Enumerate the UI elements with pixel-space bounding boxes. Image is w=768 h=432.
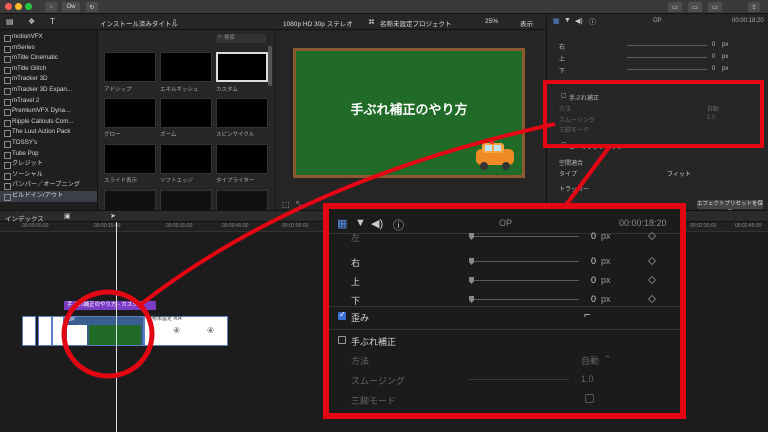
zoom-clip-name: OP bbox=[499, 218, 513, 228]
audio-inspector-icon[interactable]: ◀) bbox=[371, 217, 383, 230]
slider-knob[interactable] bbox=[469, 296, 474, 303]
zoom-row-label: 上 bbox=[351, 277, 361, 287]
chevron-updown-icon: ⌃ bbox=[604, 354, 612, 364]
smoothing-label: スムージング bbox=[351, 376, 405, 386]
distort-label: 歪み bbox=[351, 313, 370, 323]
slider-knob[interactable] bbox=[469, 258, 474, 265]
zoom-row-value[interactable]: 0 bbox=[591, 256, 596, 266]
keyframe-icon[interactable] bbox=[647, 256, 657, 266]
zoom-row-slider[interactable] bbox=[469, 280, 579, 281]
smoothing-value[interactable]: 1.0 bbox=[581, 374, 594, 384]
clip-highlight-circle bbox=[61, 289, 155, 379]
method-label: 方法 bbox=[351, 356, 370, 366]
zoom-row-label: 右 bbox=[351, 258, 361, 268]
zoom-row-unit: px bbox=[601, 256, 611, 266]
zoom-row-unit: px bbox=[601, 275, 611, 285]
callout-line bbox=[564, 144, 612, 207]
tripod-mode-checkbox[interactable] bbox=[585, 394, 594, 403]
slider-knob[interactable] bbox=[469, 277, 474, 284]
zoom-row-unit: px bbox=[601, 294, 611, 304]
color-inspector-icon[interactable]: ▼ bbox=[355, 217, 366, 229]
zoom-row-unit: px bbox=[601, 231, 611, 241]
method-dropdown[interactable]: 自動 bbox=[581, 354, 599, 367]
stabilization-label: 手ぶれ補正 bbox=[351, 337, 397, 347]
check-icon: ✓ bbox=[339, 310, 346, 319]
inspector-highlight-box bbox=[543, 80, 764, 148]
zoomed-inspector-callout: ▦ ▼ ◀) ⓘ OP 00:00:18:20 左 0 px 右 0 px 上 0 px 下 0 px… bbox=[323, 203, 686, 419]
zoom-row-value[interactable]: 0 bbox=[591, 231, 596, 241]
smoothing-slider[interactable] bbox=[469, 379, 569, 380]
video-inspector-icon[interactable]: ▦ bbox=[337, 217, 347, 230]
keyframe-icon[interactable] bbox=[647, 275, 657, 285]
zoom-row-slider[interactable] bbox=[469, 236, 579, 237]
zoom-timecode: 00:00:18:20 bbox=[619, 218, 667, 228]
stabilization-checkbox[interactable] bbox=[338, 336, 346, 344]
tripod-mode-label: 三脚モード bbox=[351, 396, 397, 406]
zoom-row-value[interactable]: 0 bbox=[591, 275, 596, 285]
zoom-row-label: 左 bbox=[351, 233, 361, 243]
slider-knob[interactable] bbox=[469, 233, 474, 240]
keyframe-icon[interactable] bbox=[647, 294, 657, 304]
zoom-row-value[interactable]: 0 bbox=[591, 294, 596, 304]
zoom-row-slider[interactable] bbox=[469, 299, 579, 300]
info-inspector-icon[interactable]: ⓘ bbox=[393, 217, 404, 233]
distort-onscreen-icon[interactable]: ⌐ bbox=[584, 309, 590, 321]
zoom-row-slider[interactable] bbox=[469, 261, 579, 262]
